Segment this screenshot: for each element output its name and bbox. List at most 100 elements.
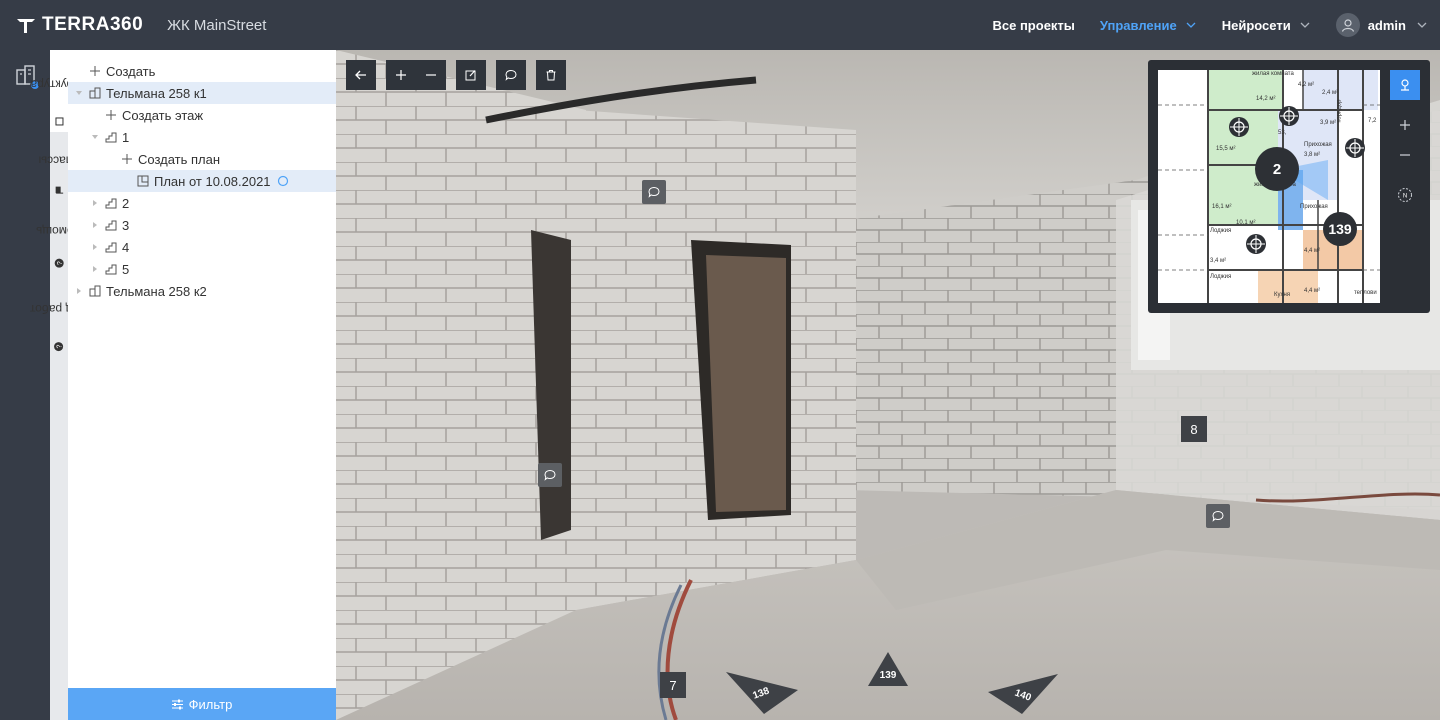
edit-button[interactable] [456, 60, 486, 90]
arrow-left-icon [355, 70, 366, 80]
comment-marker[interactable] [538, 463, 562, 487]
plus-icon [120, 152, 134, 166]
tree-building-2-label: Тельмана 258 к2 [106, 283, 207, 299]
tree-floor-4-label: 4 [122, 239, 130, 255]
tab-help[interactable]: ? Помощь [36, 202, 82, 274]
edit-toolbar [456, 60, 486, 90]
plus-icon [1400, 120, 1410, 130]
room-label: 14,2 м² [1256, 96, 1276, 102]
point-marker-label: 7 [669, 677, 677, 693]
tree-floor-3[interactable]: 3 [68, 214, 336, 236]
building-icon [88, 284, 102, 298]
loading-icon [277, 175, 288, 187]
current-point-label: 2 [1272, 160, 1282, 178]
user-name: admin [1367, 17, 1406, 33]
crosshair-icon[interactable] [1228, 116, 1250, 138]
location-button[interactable] [1390, 70, 1420, 100]
tree-building-1[interactable]: Тельмана 258 к1 [68, 82, 336, 104]
vertical-tabs: Структура Классы ? Помощь ? Вид работ [30, 50, 88, 720]
tree-plan[interactable]: План от 10.08.2021 [68, 170, 336, 192]
user-menu[interactable]: admin [1335, 13, 1428, 37]
nav-arrow-138[interactable]: 138 [724, 670, 800, 716]
back-button[interactable] [346, 60, 376, 90]
room-label: коридор [1336, 99, 1343, 123]
chevron-down-icon [1300, 22, 1310, 28]
room-label: жилая комната [1252, 71, 1294, 77]
svg-text:N: N [1403, 194, 1407, 200]
comment-button[interactable] [496, 60, 526, 90]
plan-point-139[interactable]: 139 [1323, 212, 1357, 246]
tab-work-type[interactable]: ? Вид работ [30, 276, 88, 356]
caret-right-icon [90, 242, 100, 252]
room-label: 3,4 м² [1210, 258, 1227, 264]
tree-create-floor-label: Создать этаж [122, 107, 204, 123]
structure-tree: Создать Тельмана 258 к1 Создать этаж 1 С… [68, 50, 336, 720]
nav-all-projects[interactable]: Все проекты [993, 18, 1075, 33]
minimap-zoom-out-button[interactable] [1390, 140, 1420, 170]
user-icon [1341, 19, 1354, 32]
stairs-icon [104, 240, 118, 254]
point-marker-8[interactable]: 8 [1181, 416, 1207, 442]
comment-marker[interactable] [642, 180, 666, 204]
nav-management[interactable]: Управление [1100, 18, 1197, 33]
crosshair-icon[interactable] [1278, 105, 1300, 127]
nav-neural[interactable]: Нейросети [1222, 18, 1311, 33]
crosshair-icon[interactable] [1344, 137, 1366, 159]
floor-plan[interactable]: жилая комната 14,2 м² 4,2 м² 2,4 м² 3,9 … [1158, 70, 1380, 303]
floorplan-icon [136, 174, 150, 188]
nav-arrow-140[interactable]: 140 [986, 672, 1060, 716]
nav-arrow-label: 139 [880, 670, 897, 681]
tree-floor-4[interactable]: 4 [68, 236, 336, 258]
tree-floor-2[interactable]: 2 [68, 192, 336, 214]
room-label: теплови [1354, 290, 1377, 296]
room-label: 15,5 м² [1216, 146, 1236, 152]
tree-create-label: Создать [106, 63, 156, 79]
flag-icon [55, 186, 63, 194]
plus-icon [104, 108, 118, 122]
svg-text:?: ? [57, 261, 64, 265]
minimap-zoom-in-button[interactable] [1390, 110, 1420, 140]
tab-classes[interactable]: Классы [38, 134, 80, 200]
tree-floor-5[interactable]: 5 [68, 258, 336, 280]
room-label: Лоджия [1210, 274, 1232, 280]
zoom-toolbar [386, 60, 446, 90]
tree-floor-5-label: 5 [122, 261, 130, 277]
room-label: Кухня [1274, 292, 1291, 298]
chevron-down-icon [1417, 22, 1427, 28]
stairs-icon [104, 130, 118, 144]
zoom-out-button[interactable] [416, 60, 446, 90]
logo-text: TERRA360 [42, 14, 144, 35]
project-name: ЖК MainStreet [167, 16, 267, 34]
trash-icon [546, 70, 556, 81]
tree-building-2[interactable]: Тельмана 258 к2 [68, 280, 336, 302]
tree-create-floor[interactable]: Создать этаж [68, 104, 336, 126]
stairs-icon [104, 262, 118, 276]
comment-icon [505, 69, 517, 81]
filter-button[interactable]: Фильтр [68, 688, 336, 720]
tab-structure[interactable]: Структура [31, 50, 87, 132]
tree-floor-1[interactable]: 1 [68, 126, 336, 148]
compass-button[interactable]: N [1390, 180, 1420, 210]
building-icon [88, 86, 102, 100]
filter-label: Фильтр [188, 696, 233, 712]
room-label: Лоджия [1210, 228, 1232, 234]
logo[interactable]: TERRA360 [16, 14, 143, 36]
tree-floor-3-label: 3 [122, 217, 130, 233]
crosshair-icon[interactable] [1245, 233, 1267, 255]
nav-arrow-139[interactable]: 139 [866, 650, 910, 690]
comment-marker[interactable] [1206, 504, 1230, 528]
logo-icon [17, 19, 35, 33]
tree-create-plan[interactable]: Создать план [68, 148, 336, 170]
zoom-in-button[interactable] [386, 60, 416, 90]
room-label: 7,2 [1368, 118, 1377, 124]
delete-button[interactable] [536, 60, 566, 90]
compass-icon: N [1398, 188, 1412, 202]
top-bar: TERRA360 ЖК MainStreet Все проекты Управ… [0, 0, 1440, 50]
location-pin-icon [1401, 79, 1409, 91]
point-marker-7[interactable]: 7 [660, 672, 686, 698]
chevron-down-icon [1186, 22, 1196, 28]
tree-create[interactable]: Создать [68, 60, 336, 82]
nav-all-projects-label: Все проекты [992, 17, 1075, 33]
current-point[interactable]: 2 [1255, 147, 1299, 191]
sliders-icon [171, 699, 183, 709]
